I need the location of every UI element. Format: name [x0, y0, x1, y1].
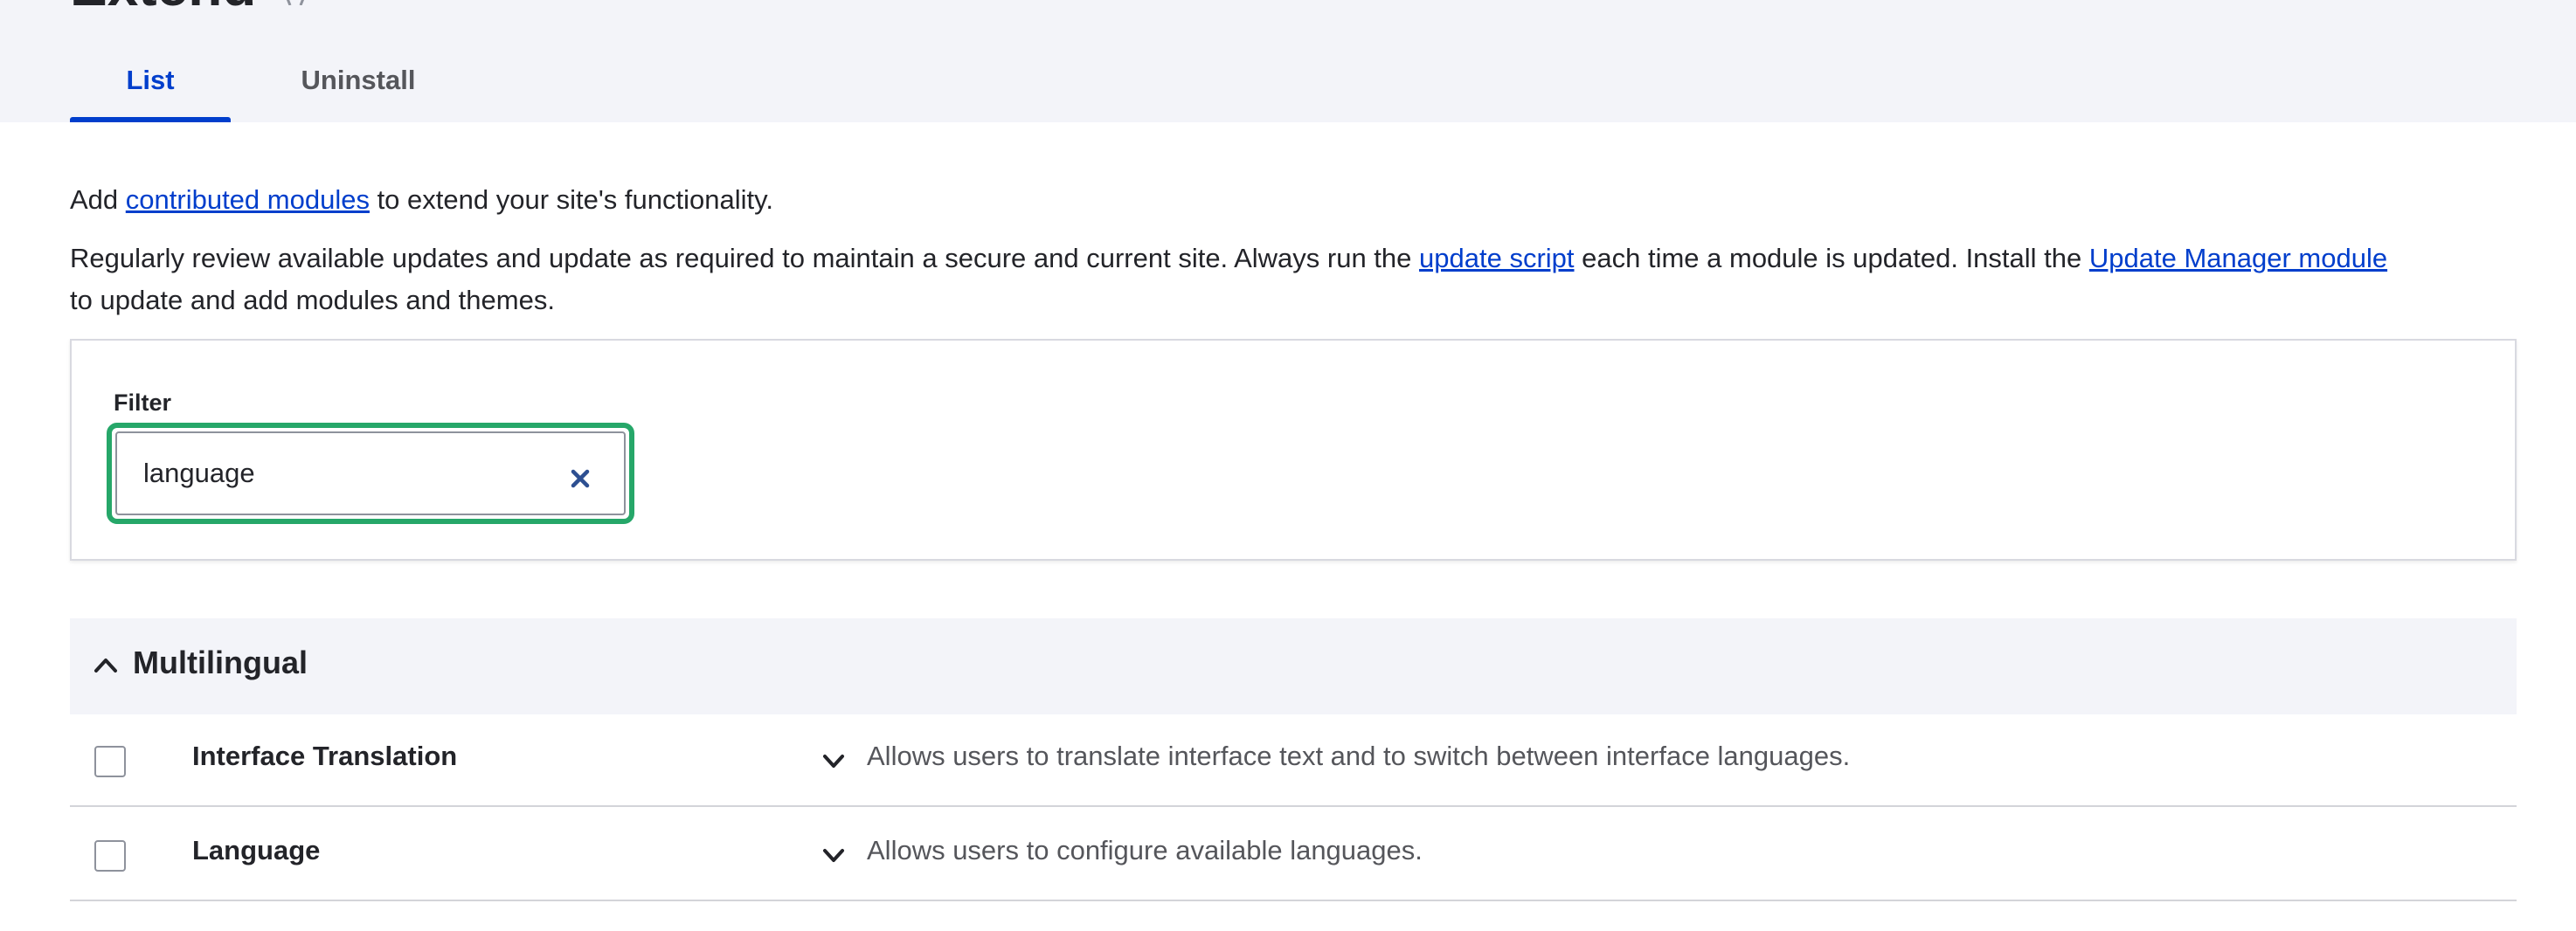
tab-uninstall[interactable]: Uninstall [288, 52, 428, 122]
chevron-down-icon [823, 755, 844, 768]
tab-list[interactable]: List [70, 52, 231, 122]
page: Extend List Uninstall Add contributed mo… [0, 0, 2576, 931]
module-description: Allows users to translate interface text… [867, 741, 1851, 771]
page-title: Extend [70, 0, 256, 14]
intro-text: each time a module is updated. Install t… [1574, 243, 2089, 273]
filter-focus-ring [107, 423, 634, 524]
filter-label: Filter [114, 390, 172, 416]
tab-uninstall-label: Uninstall [301, 65, 416, 95]
close-icon [571, 469, 590, 488]
intro-text: Add [70, 184, 126, 215]
module-name: Interface Translation [192, 741, 458, 771]
star-icon[interactable] [278, 0, 313, 5]
chevron-up-icon [94, 659, 117, 672]
filter-input[interactable] [115, 431, 626, 515]
active-tab-indicator [70, 117, 231, 122]
page-header: Extend List Uninstall [0, 0, 2576, 122]
module-row: Interface Translation Allows users to tr… [70, 714, 2517, 807]
intro-contributed: Add contributed modules to extend your s… [70, 179, 773, 221]
group-title: Multilingual [133, 645, 308, 680]
tab-list-label: List [126, 65, 175, 95]
clear-filter-button[interactable] [554, 452, 606, 505]
module-checkbox-language[interactable] [94, 840, 126, 872]
update-script-link[interactable]: update script [1419, 243, 1575, 273]
intro-text: to extend your site's functionality. [369, 184, 773, 215]
contributed-modules-link[interactable]: contributed modules [126, 184, 370, 215]
intro-text: Regularly review available updates and u… [70, 243, 1420, 273]
update-manager-link[interactable]: Update Manager module [2089, 243, 2387, 273]
chevron-down-icon [823, 849, 844, 862]
intro-updates-continued: to update and add modules and themes. [70, 285, 555, 315]
module-checkbox-interface-translation[interactable] [94, 746, 126, 777]
filter-panel: Filter [70, 339, 2517, 561]
module-name: Language [192, 835, 321, 865]
module-description: Allows users to configure available lang… [867, 835, 1423, 865]
module-row: Language Allows users to configure avail… [70, 809, 2517, 901]
intro-updates: Regularly review available updates and u… [70, 238, 2387, 279]
group-multilingual[interactable]: Multilingual [70, 618, 2517, 714]
